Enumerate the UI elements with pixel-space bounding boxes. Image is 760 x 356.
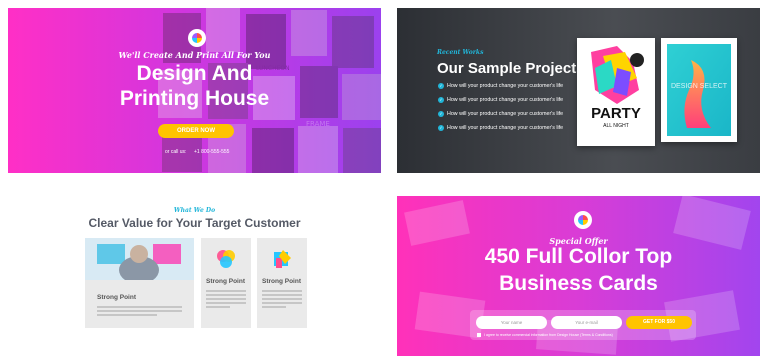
terms-checkbox[interactable] <box>477 333 481 337</box>
hero-title-line2: Printing House <box>119 87 270 110</box>
email-input[interactable]: Your e-mail <box>551 316 622 329</box>
party-poster-art: PARTY ALL NIGHT <box>583 44 649 140</box>
special-offer-banner: Special Offer 450 Full Collor Top Busine… <box>397 196 760 356</box>
offer-title-line1: 450 Full Collor Top <box>484 245 673 268</box>
check-icon: ✓ <box>438 97 444 103</box>
color-circles-icon <box>217 250 235 268</box>
brand-logo-icon <box>574 211 592 229</box>
feature-card-title: Strong Point <box>206 278 245 285</box>
offer-title-line2: Business Cards <box>499 272 658 295</box>
check-icon: ✓ <box>438 125 444 131</box>
design-select-poster-card: DESIGN SELECT <box>661 38 737 142</box>
checklist-item: ✓ How will your product change your custo… <box>438 125 564 131</box>
checklist-item: ✓ How will your product change your custo… <box>438 111 564 117</box>
design-select-poster-title: DESIGN SELECT <box>671 83 728 90</box>
checklist-item: ✓ How will your product change your custo… <box>438 83 564 89</box>
feature-card-photo <box>85 238 194 280</box>
party-poster-card: PARTY ALL NIGHT <box>577 38 655 146</box>
terms-text: I agree to receive commercial informatio… <box>484 332 613 337</box>
party-poster-subtitle: ALL NIGHT <box>603 123 629 129</box>
party-poster-title: PARTY <box>591 105 641 122</box>
brand-logo-icon <box>188 29 206 47</box>
feature-card-description <box>262 290 302 310</box>
design-select-poster-art: DESIGN SELECT <box>667 44 731 136</box>
recent-works-tagline: Recent Works <box>437 49 484 56</box>
feature-card: Strong Point <box>257 238 307 328</box>
hero-tagline: We'll Create And Print All For You <box>118 50 271 60</box>
order-now-button[interactable]: ORDER NOW <box>158 124 234 138</box>
value-proposition-section: What We Do Clear Value for Your Target C… <box>8 188 381 353</box>
feature-card: Strong Point <box>201 238 251 328</box>
what-we-do-tagline: What We Do <box>173 207 216 214</box>
magazine-label-frame: FRAME <box>306 120 330 128</box>
phone-number-link[interactable]: +1 800-555-555 <box>194 149 229 155</box>
checklist-item: ✓ How will your product change your custo… <box>438 97 564 103</box>
paint-palette-icon <box>274 250 291 268</box>
feature-card-description <box>97 306 182 318</box>
feature-card-description <box>206 290 246 310</box>
get-offer-button[interactable]: GET FOR $50 <box>626 316 692 329</box>
feature-card-title: Strong Point <box>262 278 301 285</box>
value-section-title: Clear Value for Your Target Customer <box>88 216 301 230</box>
check-icon: ✓ <box>438 111 444 117</box>
feature-card: Strong Point <box>85 238 194 328</box>
name-input[interactable]: Your name <box>476 316 547 329</box>
sample-projects-title: Our Sample Projects <box>437 60 585 77</box>
hero-title-line1: Design And <box>136 62 253 85</box>
hero-banner-design-printing: LUNCHEON FRAME We'll Create And Print Al… <box>8 8 381 173</box>
feature-card-title: Strong Point <box>97 294 136 301</box>
check-icon: ✓ <box>438 83 444 89</box>
sample-projects-section: Recent Works Our Sample Projects ✓ How wi… <box>397 8 760 173</box>
call-us-label: or call us: <box>165 149 187 155</box>
